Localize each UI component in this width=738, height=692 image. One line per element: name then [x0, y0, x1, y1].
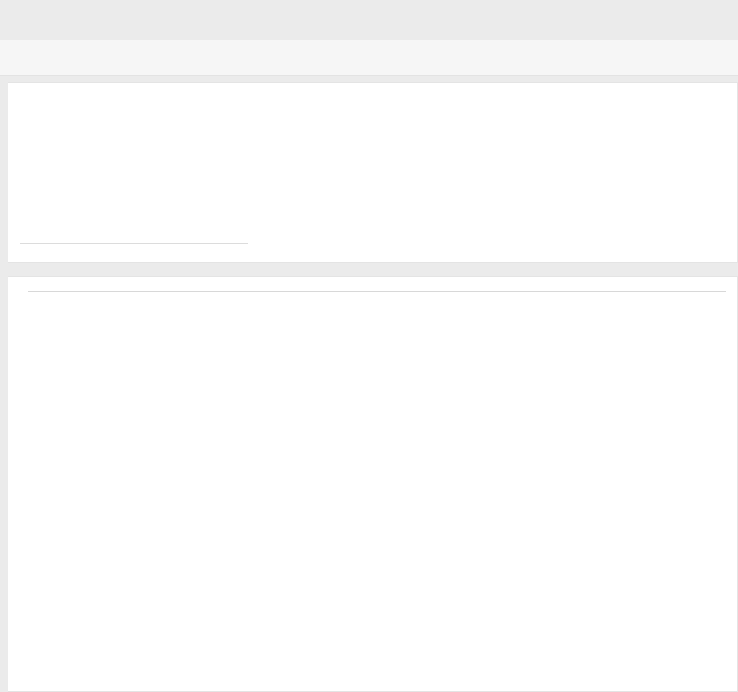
- tab-bar: [0, 40, 738, 76]
- overview-gauges-panel: [8, 82, 738, 263]
- health-gauge-tile: [20, 91, 248, 244]
- channels-table-panel: [8, 276, 738, 692]
- gauges-grid: [258, 91, 725, 252]
- channels-table: [28, 291, 726, 292]
- sensor-status-banner: [0, 0, 738, 40]
